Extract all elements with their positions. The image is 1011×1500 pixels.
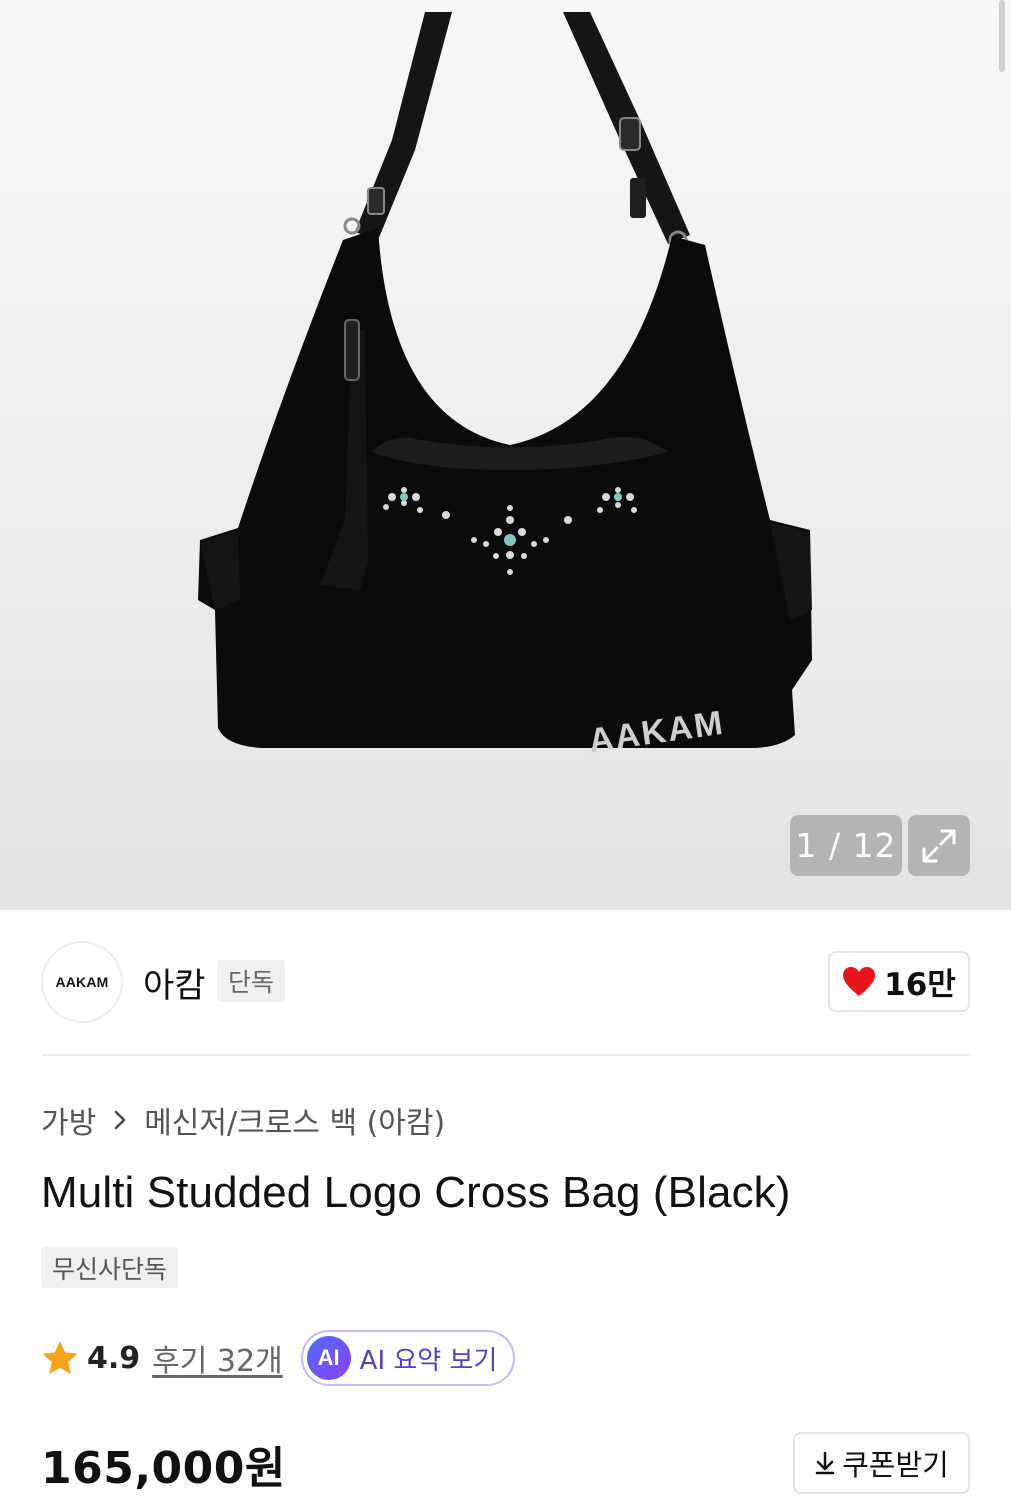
breadcrumb: 가방 메신저/크로스 백 (아캄) — [41, 1098, 445, 1142]
product-title: Multi Studded Logo Cross Bag (Black) — [41, 1168, 791, 1217]
exclusive-badge: 무신사단독 — [41, 1247, 179, 1288]
product-price: 165,000원 — [41, 1443, 286, 1494]
chevron-right-icon — [110, 1105, 130, 1135]
like-count: 16만 — [884, 967, 956, 1003]
coupon-button[interactable]: 쿠폰받기 — [793, 1432, 970, 1494]
heart-icon — [843, 966, 876, 996]
coupon-label: 쿠폰받기 — [842, 1448, 949, 1482]
scrollbar[interactable] — [999, 0, 1005, 72]
divider — [41, 1054, 970, 1056]
brand-row: AAKAM 아캄 단독 16만 — [41, 940, 970, 1024]
brand-logo-text: AAKAM — [55, 974, 109, 990]
expand-button[interactable] — [908, 815, 970, 876]
expand-icon — [922, 829, 956, 862]
star-icon — [42, 1341, 78, 1375]
brand-name[interactable]: 아캄 — [143, 958, 206, 1007]
download-icon — [815, 1451, 835, 1475]
rating-value: 4.9 — [87, 1340, 141, 1376]
image-counter: 1 / 12 — [790, 815, 902, 876]
rating-row: 4.9 후기 32개 AI AI 요약 보기 — [41, 1330, 516, 1386]
product-image-gallery[interactable]: AAKAM 1 / 12 — [0, 0, 1011, 910]
ai-summary-label: AI 요약 보기 — [359, 1345, 498, 1376]
review-count-link[interactable]: 후기 32개 — [152, 1336, 283, 1380]
breadcrumb-subcategory[interactable]: 메신저/크로스 백 (아캄) — [144, 1098, 445, 1142]
ai-icon: AI — [306, 1336, 351, 1380]
brand-logo[interactable]: AAKAM — [41, 941, 123, 1023]
product-image: AAKAM — [198, 12, 812, 760]
breadcrumb-category[interactable]: 가방 — [41, 1098, 96, 1142]
ai-summary-button[interactable]: AI AI 요약 보기 — [300, 1330, 516, 1386]
brand-exclusive-tag: 단독 — [217, 960, 286, 1002]
like-button[interactable]: 16만 — [828, 951, 970, 1012]
